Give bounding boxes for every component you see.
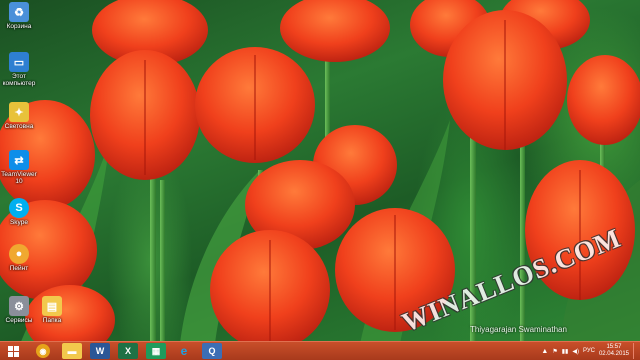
action-center-flag-icon[interactable]: ⚑ [552,348,557,355]
desktop-icon-skype[interactable]: S Skype [1,198,37,226]
taskbar: ◉ ▬ W X ▦ e Q ▲ ⚑ ▮▮ ◀) РУС 15:57 02.04.… [0,341,640,360]
show-desktop-button[interactable] [633,343,638,359]
desktop-icon-label: Папка [42,317,62,324]
computer-icon: ▭ [9,52,29,72]
chrome-icon: ◉ [39,346,47,356]
light-icon: ✦ [9,102,29,122]
word-icon: W [95,346,105,356]
show-hidden-icons-chevron-up-icon[interactable]: ▲ [541,348,548,355]
desktop-icon-folder[interactable]: ▤ Папка [34,296,70,324]
desktop-icon-light[interactable]: ✦ Световна [1,102,37,130]
taskbar-app-calculator[interactable]: ▦ [146,343,166,359]
taskbar-app-word[interactable]: W [90,343,110,359]
desktop-icon-services[interactable]: ⚙ Сервисы [1,296,37,324]
excel-icon: X [124,346,131,356]
tulip-field-image [0,0,640,344]
desktop-icon-label: Этот компьютер [2,73,36,87]
app-icon: Q [208,346,216,356]
teamviewer-icon: ⇄ [9,150,29,170]
desktop-wallpaper: ♻ Корзина ▭ Этот компьютер ✦ Световна ⇄ … [0,0,640,344]
desktop-icon-label: Корзина [6,23,32,30]
desktop-icon-label: Сервисы [5,317,33,324]
system-tray: ▲ ⚑ ▮▮ ◀) РУС 15:57 02.04.2015 [541,342,638,360]
paint-icon: ● [9,244,29,264]
desktop-icon-this-computer[interactable]: ▭ Этот компьютер [1,52,37,87]
taskbar-app-explorer[interactable]: ▬ [62,343,82,359]
folder-icon: ▤ [42,296,62,316]
desktop-icon-teamviewer[interactable]: ⇄ TeamViewer 10 [1,150,37,185]
ie-icon: e [180,344,188,358]
desktop-icon-paint[interactable]: ● Пейнт [1,244,37,272]
desktop-icon-recycle-bin[interactable]: ♻ Корзина [1,2,37,30]
clock-date: 02.04.2015 [598,351,629,357]
tools-icon: ⚙ [9,296,29,316]
recycle-bin-icon: ♻ [9,2,29,22]
clock-time: 15:57 [606,344,622,350]
skype-icon: S [9,198,29,218]
start-button[interactable] [2,342,24,360]
desktop-icon-label: TeamViewer 10 [1,171,37,185]
windows-logo-icon [7,345,19,357]
taskbar-app-other[interactable]: Q [202,343,222,359]
taskbar-app-chrome[interactable]: ◉ [36,344,50,358]
clock[interactable]: 15:57 02.04.2015 [599,344,629,358]
volume-icon[interactable]: ◀) [572,348,579,355]
desktop-icon-label: Световна [4,123,34,130]
language-indicator[interactable]: РУС [583,348,595,354]
calculator-icon: ▦ [151,345,161,356]
photo-credit: Thiyagarajan Swaminathan [470,325,567,334]
desktop-icon-label: Skype [9,219,29,226]
taskbar-app-excel[interactable]: X [118,343,138,359]
folder-icon: ▬ [67,346,77,356]
taskbar-app-internet-explorer[interactable]: e [174,343,194,359]
network-icon[interactable]: ▮▮ [562,348,569,355]
desktop-icon-label: Пейнт [9,265,29,272]
